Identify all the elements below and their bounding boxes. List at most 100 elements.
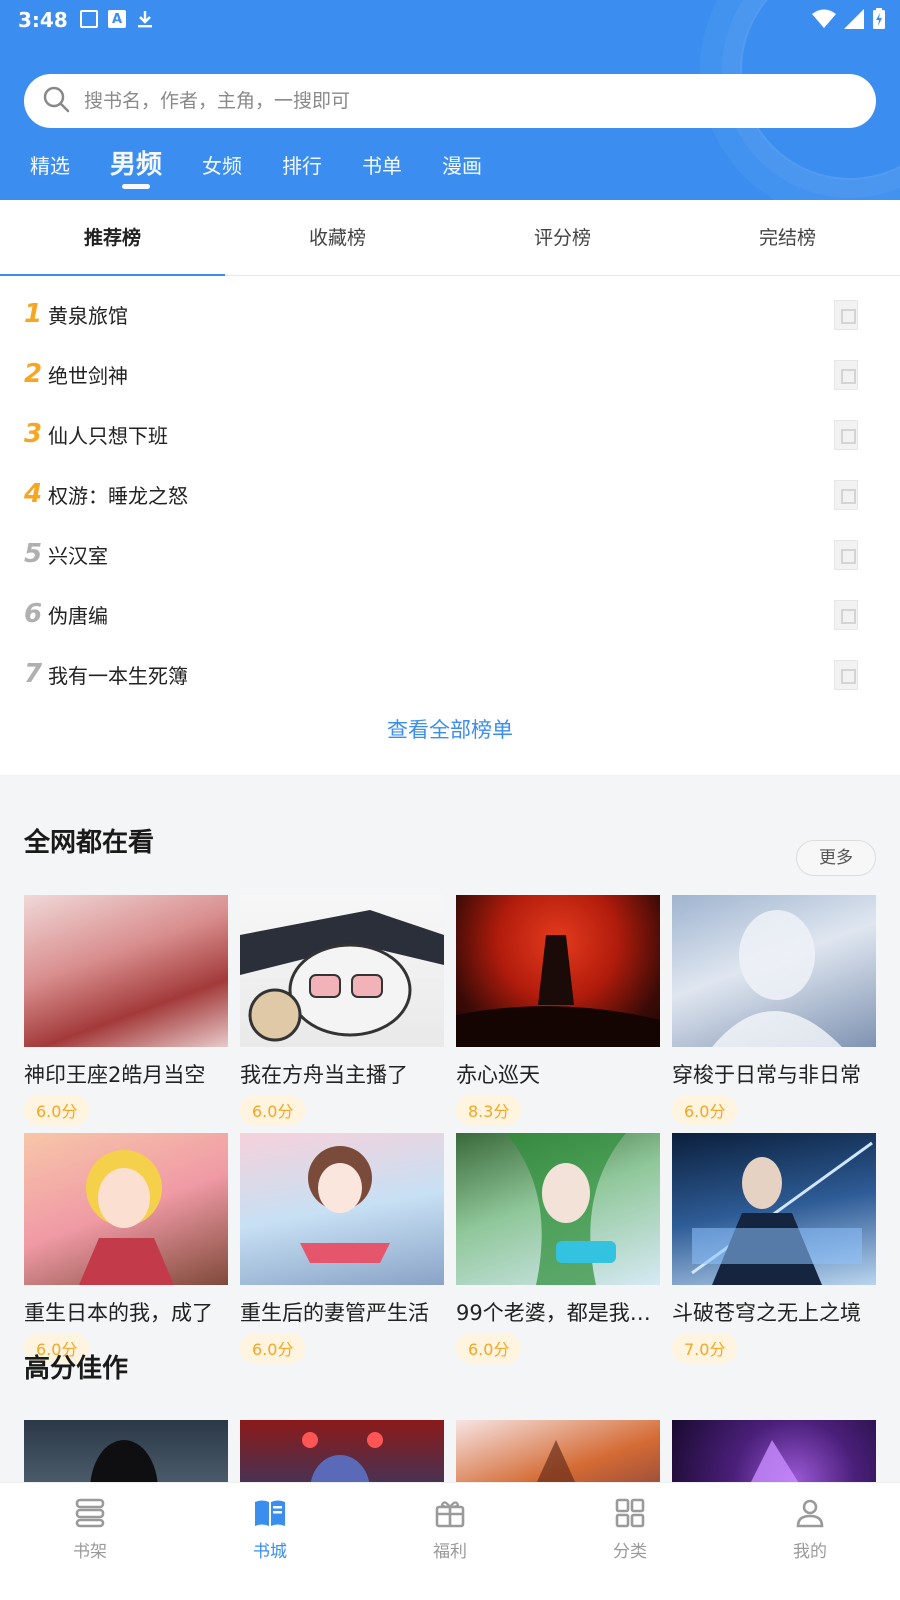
- more-button[interactable]: 更多: [796, 840, 876, 876]
- download-icon: [136, 10, 154, 28]
- rank-title: 我有一本生死簿: [48, 663, 188, 688]
- book-name: 99个老婆，都是我自己: [456, 1301, 660, 1325]
- rank-item[interactable]: 1 黄泉旅馆: [0, 284, 900, 344]
- book-thumbnail-placeholder-icon: [834, 660, 858, 690]
- book-thumbnail-placeholder-icon: [834, 420, 858, 450]
- book-card[interactable]: 99个老婆，都是我自己 6.0分: [456, 1133, 660, 1363]
- wifi-icon: [812, 9, 836, 33]
- rank-number: 6: [24, 599, 43, 629]
- rank-title: 仙人只想下班: [48, 423, 168, 448]
- tab-featured[interactable]: 精选: [30, 142, 70, 179]
- book-score: 7.0分: [672, 1333, 738, 1363]
- book-name: 斗破苍穹之无上之境: [672, 1301, 861, 1325]
- book-thumbnail-placeholder-icon: [834, 480, 858, 510]
- rank-number: 3: [24, 419, 43, 449]
- book-name: 神印王座2皓月当空: [24, 1063, 206, 1087]
- book-card[interactable]: 我在方舟当主播了 6.0分: [240, 895, 444, 1125]
- book-card[interactable]: 重生后的妻管严生活 6.0分: [240, 1133, 444, 1363]
- book-card[interactable]: 斗破苍穹之无上之境 7.0分: [672, 1133, 876, 1363]
- rank-title: 兴汉室: [48, 543, 108, 568]
- rank-item[interactable]: 5 兴汉室: [0, 524, 900, 584]
- rank-number: 1: [24, 299, 43, 329]
- nav-mine[interactable]: 我的: [720, 1483, 900, 1600]
- book-cover: [240, 1133, 444, 1285]
- book-score: 6.0分: [672, 1095, 738, 1125]
- rank-number: 5: [24, 539, 43, 569]
- book-card[interactable]: 重生日本的我，成了 6.0分: [24, 1133, 228, 1363]
- book-score: 6.0分: [456, 1333, 522, 1363]
- rank-number: 2: [24, 359, 43, 389]
- rank-number: 4: [24, 479, 43, 509]
- tab-rating-rank[interactable]: 评分榜: [450, 200, 675, 275]
- bookshelf-icon: [0, 1493, 180, 1533]
- view-all-rankings-link[interactable]: 查看全部榜单: [0, 714, 900, 744]
- book-score: 6.0分: [240, 1095, 306, 1125]
- book-thumbnail-placeholder-icon: [834, 540, 858, 570]
- book-card[interactable]: 神印王座2皓月当空 6.0分: [24, 895, 228, 1125]
- rank-title: 伪唐编: [48, 603, 108, 628]
- book-name: 我在方舟当主播了: [240, 1063, 408, 1087]
- tab-booklist[interactable]: 书单: [362, 142, 402, 179]
- rank-item[interactable]: 2 绝世剑神: [0, 344, 900, 404]
- status-bar: 3:48 A: [0, 0, 900, 40]
- book-cover: [456, 1133, 660, 1285]
- book-card[interactable]: 穿梭于日常与非日常 6.0分: [672, 895, 876, 1125]
- nav-label: 福利: [433, 1542, 467, 1562]
- nav-welfare[interactable]: 福利: [360, 1483, 540, 1600]
- tab-favorite-rank[interactable]: 收藏榜: [225, 200, 450, 275]
- book-name: 赤心巡天: [456, 1063, 540, 1087]
- tab-male[interactable]: 男频: [110, 142, 162, 181]
- gift-icon: [360, 1493, 540, 1533]
- search-input[interactable]: [84, 90, 804, 112]
- ranking-card: 推荐榜 收藏榜 评分榜 完结榜 1 黄泉旅馆 2 绝世剑神 3 仙人只想下班 4…: [0, 200, 900, 775]
- book-cover: [456, 895, 660, 1047]
- book-card[interactable]: 赤心巡天 8.3分: [456, 895, 660, 1125]
- bottom-navigation: 书架 书城 福利 分类 我的: [0, 1482, 900, 1600]
- user-icon: [720, 1493, 900, 1533]
- nav-category[interactable]: 分类: [540, 1483, 720, 1600]
- book-cover: [672, 1133, 876, 1285]
- rank-item[interactable]: 4 权游：睡龙之怒: [0, 464, 900, 524]
- book-thumbnail-placeholder-icon: [834, 360, 858, 390]
- rank-title: 绝世剑神: [48, 363, 128, 388]
- search-bar[interactable]: [24, 74, 876, 128]
- book-open-icon: [180, 1493, 360, 1533]
- section-title-trending: 全网都在看: [24, 828, 155, 858]
- book-name: 重生日本的我，成了: [24, 1301, 213, 1325]
- rank-item[interactable]: 6 伪唐编: [0, 584, 900, 644]
- tab-completed-rank[interactable]: 完结榜: [675, 200, 900, 275]
- book-cover: [240, 895, 444, 1047]
- category-tabs: 精选 男频 女频 排行 书单 漫画: [30, 142, 522, 194]
- grid-icon: [540, 1493, 720, 1533]
- book-thumbnail-placeholder-icon: [834, 600, 858, 630]
- battery-icon: [872, 8, 886, 34]
- a-notification-icon: A: [108, 10, 126, 28]
- signal-icon: [844, 9, 864, 33]
- ranking-list: 1 黄泉旅馆 2 绝世剑神 3 仙人只想下班 4 权游：睡龙之怒 5 兴汉室 6…: [0, 276, 900, 704]
- rank-title: 权游：睡龙之怒: [48, 483, 188, 508]
- book-name: 穿梭于日常与非日常: [672, 1063, 861, 1087]
- ranking-tabs: 推荐榜 收藏榜 评分榜 完结榜: [0, 200, 900, 276]
- search-icon: [42, 85, 70, 117]
- rank-title: 黄泉旅馆: [48, 303, 128, 328]
- book-cover: [24, 1133, 228, 1285]
- tab-ranking[interactable]: 排行: [282, 142, 322, 179]
- nav-bookshelf[interactable]: 书架: [0, 1483, 180, 1600]
- section-title-high-score: 高分佳作: [24, 1354, 129, 1384]
- rank-item[interactable]: 7 我有一本生死簿: [0, 644, 900, 704]
- nav-label: 书城: [253, 1542, 287, 1562]
- book-thumbnail-placeholder-icon: [834, 300, 858, 330]
- tab-recommend-rank[interactable]: 推荐榜: [0, 200, 225, 276]
- tab-comics[interactable]: 漫画: [442, 142, 482, 179]
- image-notification-icon: [80, 10, 98, 28]
- book-score: 6.0分: [24, 1095, 90, 1125]
- nav-label: 书架: [73, 1542, 107, 1562]
- book-cover: [24, 895, 228, 1047]
- rank-item[interactable]: 3 仙人只想下班: [0, 404, 900, 464]
- nav-bookstore[interactable]: 书城: [180, 1483, 360, 1600]
- book-cover: [672, 895, 876, 1047]
- app-header: 3:48 A 精选 男频 女频 排行: [0, 0, 900, 200]
- book-score: 8.3分: [456, 1095, 522, 1125]
- book-score: 6.0分: [240, 1333, 306, 1363]
- tab-female[interactable]: 女频: [202, 142, 242, 179]
